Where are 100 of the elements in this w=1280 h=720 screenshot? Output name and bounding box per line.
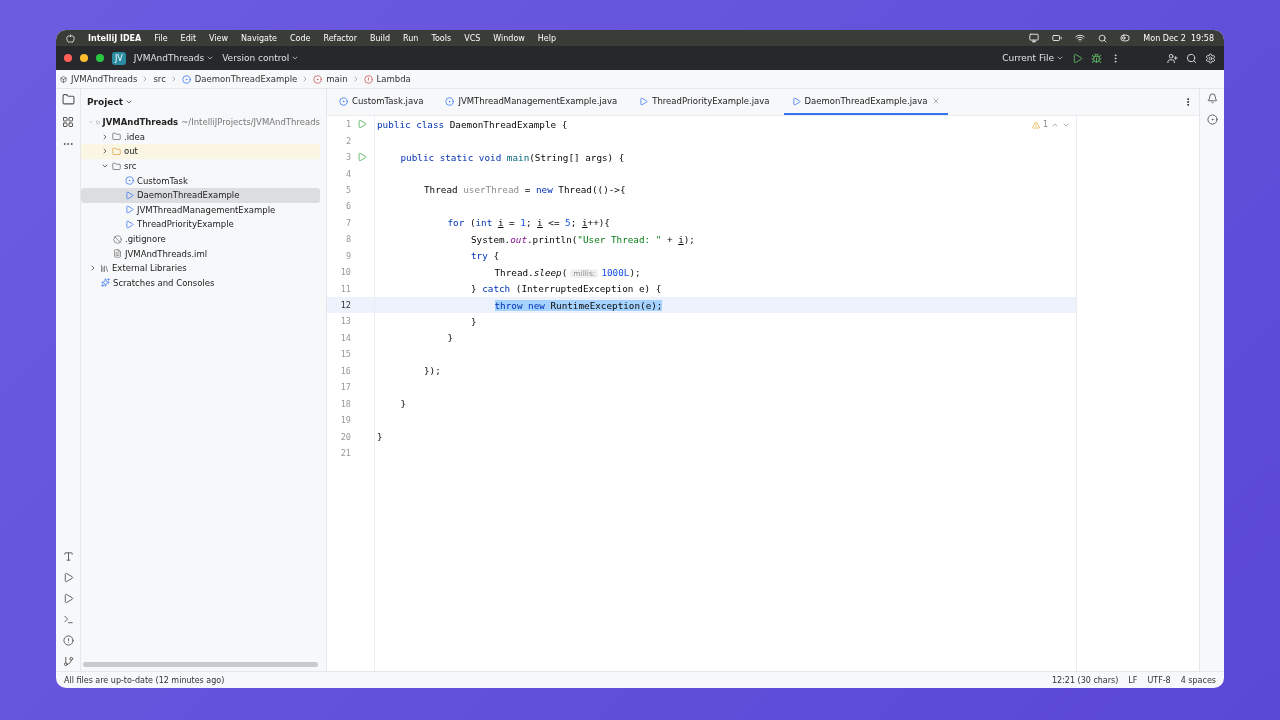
control-center-icon[interactable]	[1120, 33, 1131, 43]
terminal-icon[interactable]	[62, 614, 74, 625]
line-number: 16	[339, 365, 351, 376]
line-number: 10	[339, 267, 351, 278]
tree-item[interactable]: out	[81, 144, 320, 159]
search-icon[interactable]	[1098, 33, 1108, 43]
minimize-button[interactable]	[80, 54, 88, 62]
code-line: }	[446, 332, 454, 344]
status-item[interactable]: UTF-8	[1147, 675, 1171, 685]
editor-tab[interactable]: DaemonThreadExample.java	[783, 89, 948, 115]
menu-item[interactable]: Edit	[180, 33, 197, 43]
wifi-icon[interactable]	[1075, 33, 1086, 43]
tree-item[interactable]: .idea	[81, 129, 320, 145]
menu-item[interactable]: View	[209, 33, 229, 43]
method-icon	[313, 74, 323, 84]
run-config-selector[interactable]: Current File	[1002, 53, 1064, 63]
line-number: 4	[344, 168, 351, 179]
project-selector[interactable]: JVMAndThreads	[133, 53, 215, 63]
class-icon	[339, 96, 348, 106]
file-icon	[113, 249, 122, 259]
code-line: }	[399, 398, 407, 410]
tree-item[interactable]: JVMThreadManagementExample	[81, 202, 320, 218]
class-icon	[445, 96, 455, 106]
code-line: Thread userThread = new Thread(()->{	[423, 184, 626, 196]
structure-icon[interactable]	[62, 116, 74, 128]
tree-item[interactable]: ThreadPriorityExample	[81, 217, 320, 232]
zoom-button[interactable]	[96, 54, 104, 62]
menu-item[interactable]: Navigate	[241, 33, 277, 43]
tree-item[interactable]: CustomTask	[81, 173, 320, 188]
line-number: 15	[339, 349, 351, 360]
tree-item[interactable]: External Libraries	[81, 260, 320, 276]
code-line: System.out.println("User Thread: " + i);	[470, 233, 695, 245]
status-message: All files are up-to-date (12 minutes ago)	[64, 675, 225, 685]
breadcrumb[interactable]: src	[153, 74, 166, 84]
battery-icon[interactable]	[1052, 33, 1063, 43]
scrollbar[interactable]	[83, 662, 318, 667]
status-item[interactable]: LF	[1128, 675, 1138, 685]
menu-item[interactable]: Run	[403, 33, 419, 43]
add-user-icon[interactable]	[1167, 52, 1178, 64]
run-icon[interactable]	[1072, 52, 1083, 64]
menu-item[interactable]: Refactor	[323, 33, 357, 43]
code-line: try {	[470, 250, 499, 262]
scratch-icon	[101, 278, 110, 288]
screen-icon[interactable]	[1029, 33, 1040, 43]
status-item[interactable]: 4 spaces	[1180, 675, 1216, 685]
vcs-selector[interactable]: Version control	[222, 53, 300, 63]
line-number: 14	[339, 332, 351, 343]
apple-icon[interactable]	[66, 33, 75, 43]
chevron-right-icon[interactable]	[89, 264, 97, 273]
tree-item[interactable]: DaemonThreadExample	[81, 187, 320, 203]
tree-item[interactable]: JVMAndThreads.iml	[81, 246, 320, 261]
tree-item[interactable]: .gitignore	[81, 231, 320, 247]
menu-item[interactable]: IntelliJ IDEA	[88, 33, 142, 43]
line-number: 7	[344, 217, 351, 228]
close-button[interactable]	[64, 54, 72, 62]
run-icon[interactable]	[62, 593, 74, 604]
tree-item[interactable]: Scratches and Consoles	[81, 275, 320, 291]
folder-icon	[112, 147, 121, 156]
warning-count[interactable]: 1	[1042, 120, 1048, 129]
debug-icon[interactable]	[1091, 52, 1102, 64]
chevron-down-icon	[1056, 54, 1064, 62]
folder-icon	[95, 117, 100, 127]
folder-icon	[112, 132, 121, 142]
line-number: 1	[344, 119, 351, 130]
tree-item[interactable]: JVMAndThreads ~/IntelliJProjects/JVMAndThreads	[81, 115, 320, 130]
class-icon	[125, 176, 134, 186]
code-line: }	[470, 315, 477, 327]
clock: Mon Dec 2 19:58	[1143, 33, 1214, 43]
menu-item[interactable]: VCS	[464, 33, 481, 43]
editor-tab[interactable]: ThreadPriorityExample.java	[631, 89, 778, 115]
breadcrumb[interactable]: main	[326, 74, 348, 84]
breadcrumb[interactable]: DaemonThreadExample	[194, 74, 298, 84]
editor-tab[interactable]: JVMThreadManagementExample.java	[437, 89, 626, 115]
menu-item[interactable]: Code	[289, 33, 311, 43]
code-line: public static void main(String[] args) {	[399, 151, 625, 163]
folder-icon[interactable]	[61, 93, 75, 106]
line-number: 17	[339, 382, 351, 393]
line-number: 19	[339, 415, 351, 426]
search-icon[interactable]	[1186, 52, 1197, 64]
text-icon[interactable]	[62, 551, 74, 562]
breadcrumb[interactable]: Lambda	[376, 74, 411, 84]
notifications-icon[interactable]	[1206, 93, 1218, 104]
menu-item[interactable]: Tools	[431, 33, 452, 43]
settings-icon[interactable]	[1205, 52, 1216, 64]
line-number: 21	[339, 447, 351, 458]
code-line: for (int i = 1; i <= 5; i++){	[446, 217, 610, 229]
menu-item[interactable]: Build	[370, 33, 391, 43]
line-number: 13	[339, 316, 351, 327]
breadcrumb[interactable]: JVMAndThreads	[71, 74, 138, 84]
tree-item[interactable]: src	[81, 158, 320, 174]
menu-item[interactable]: Help	[537, 33, 557, 43]
problems-icon[interactable]	[62, 635, 74, 646]
status-item[interactable]: 12:21 (30 chars)	[1051, 675, 1119, 685]
ignore-file-icon	[113, 234, 122, 244]
git-icon[interactable]	[62, 656, 74, 667]
menu-item[interactable]: Window	[493, 33, 525, 43]
editor-tab[interactable]: CustomTask.java	[331, 89, 432, 115]
menu-item[interactable]: File	[154, 33, 168, 43]
chevron-down-icon	[291, 54, 300, 62]
panel-title[interactable]: Project	[81, 89, 326, 115]
